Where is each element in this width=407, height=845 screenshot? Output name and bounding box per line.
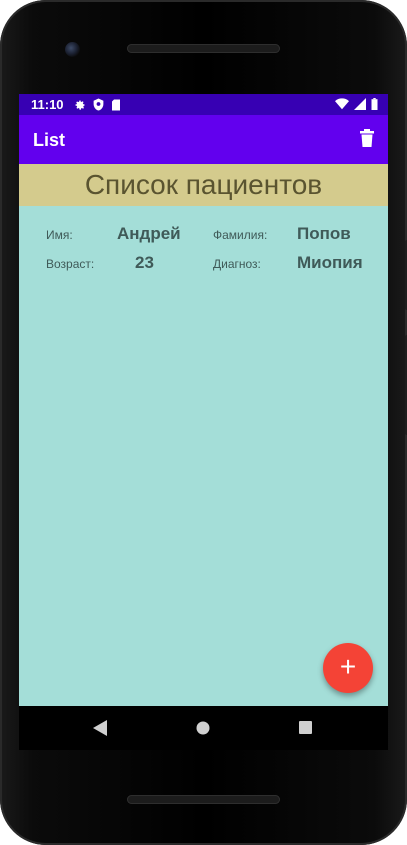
patient-row-1[interactable]: Имя: Андрей Фамилия: Попов <box>19 222 388 246</box>
surname-label: Фамилия: <box>213 228 268 242</box>
gear-icon <box>75 100 85 110</box>
front-camera <box>65 42 80 57</box>
trash-icon[interactable] <box>360 129 374 147</box>
name-label: Имя: <box>46 228 73 242</box>
add-patient-button[interactable]: + <box>323 643 373 693</box>
app-bar: List <box>19 115 388 164</box>
wifi-icon <box>335 98 349 110</box>
app-title: List <box>33 130 66 150</box>
age-label: Возраст: <box>46 257 95 271</box>
status-bar: 11:10 <box>19 94 388 115</box>
screen: 11:10 List Список пациентов Имя: Андрей … <box>19 94 388 706</box>
patient-row-2[interactable]: Возраст: 23 Диагноз: Миопия <box>19 251 388 275</box>
surname-value: Попов <box>297 224 351 243</box>
top-speaker <box>127 44 280 53</box>
diagnosis-label: Диагноз: <box>213 257 261 271</box>
name-value: Андрей <box>117 224 181 243</box>
sd-card-icon <box>112 99 120 110</box>
shield-icon <box>93 98 104 111</box>
navigation-bar <box>19 706 388 750</box>
recents-icon[interactable] <box>299 721 312 734</box>
diagnosis-value: Миопия <box>297 253 363 272</box>
bottom-speaker <box>127 795 280 804</box>
status-time: 11:10 <box>31 97 64 112</box>
signal-icon <box>354 98 366 110</box>
home-icon[interactable] <box>196 721 210 735</box>
age-value: 23 <box>135 253 154 272</box>
battery-icon <box>371 98 378 110</box>
page-title: Список пациентов <box>19 164 388 206</box>
back-icon[interactable] <box>93 720 107 736</box>
